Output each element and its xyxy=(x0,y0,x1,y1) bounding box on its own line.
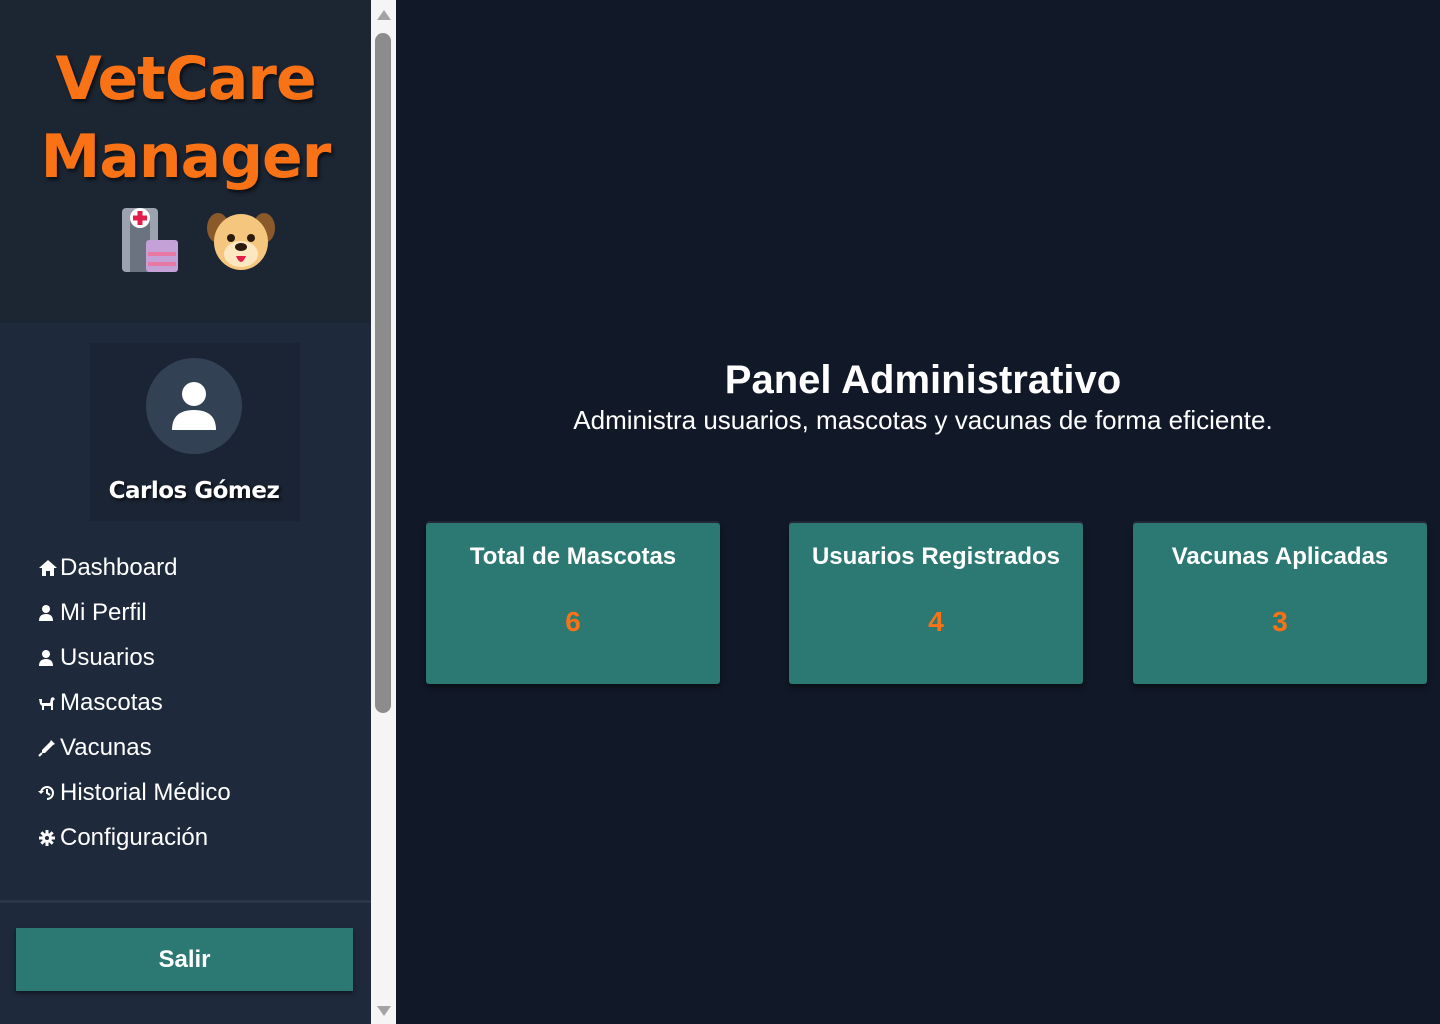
user-name: Carlos Gómez xyxy=(108,478,280,504)
user-icon xyxy=(38,603,60,623)
brand-title-line-2: Manager xyxy=(40,122,332,192)
stat-card-value: 4 xyxy=(928,606,944,637)
sidebar-item-label: Configuración xyxy=(60,824,209,851)
brand-icons xyxy=(0,206,371,278)
stat-card-title: Vacunas Aplicadas xyxy=(1171,543,1389,570)
stat-card-value: 3 xyxy=(1272,606,1288,637)
sidebar-item-historial-medico[interactable]: Historial Médico xyxy=(38,776,231,810)
sidebar-item-mi-perfil[interactable]: Mi Perfil xyxy=(38,596,147,630)
stat-card-title: Total de Mascotas xyxy=(469,543,677,570)
page-title: Panel Administrativo xyxy=(724,358,1122,402)
sidebar-divider xyxy=(0,900,371,903)
sidebar-item-label: Usuarios xyxy=(60,644,155,671)
sidebar-item-configuracion[interactable]: Configuración xyxy=(38,821,208,855)
sidebar-item-label: Mi Perfil xyxy=(60,599,147,626)
sidebar-item-label: Dashboard xyxy=(60,554,178,581)
stat-card-title: Usuarios Registrados xyxy=(811,543,1061,570)
syringe-icon xyxy=(38,738,60,758)
scroll-up-arrow-icon[interactable] xyxy=(377,10,391,20)
sidebar-item-usuarios[interactable]: Usuarios xyxy=(38,641,155,675)
history-icon xyxy=(38,783,60,803)
home-icon xyxy=(38,558,60,578)
brand-title-line-1: VetCare xyxy=(55,44,316,114)
stat-card-usuarios-registrados: Usuarios Registrados 4 xyxy=(789,523,1083,684)
user-icon xyxy=(38,648,60,668)
hospital-icon xyxy=(122,208,178,272)
dog-face-icon xyxy=(207,213,275,270)
stat-card-total-mascotas: Total de Mascotas 6 xyxy=(426,523,720,684)
brand-logo: VetCare Manager xyxy=(0,0,371,323)
sidebar-item-vacunas[interactable]: Vacunas xyxy=(38,731,152,765)
logout-button[interactable]: Salir xyxy=(16,928,353,991)
gear-icon xyxy=(38,828,60,848)
dog-icon xyxy=(38,693,60,713)
sidebar-item-label: Historial Médico xyxy=(60,779,231,806)
sidebar-scrollbar[interactable] xyxy=(371,0,396,1024)
stat-card-vacunas-aplicadas: Vacunas Aplicadas 3 xyxy=(1133,523,1427,684)
sidebar: VetCare Manager Carlos Gómez Dashboard M… xyxy=(0,0,371,1024)
stat-card-value: 6 xyxy=(565,606,581,637)
page-subtitle: Administra usuarios, mascotas y vacunas … xyxy=(573,405,1273,435)
sidebar-item-label: Vacunas xyxy=(60,734,152,761)
avatar xyxy=(146,358,242,454)
scroll-thumb[interactable] xyxy=(375,33,391,713)
sidebar-item-mascotas[interactable]: Mascotas xyxy=(38,686,163,720)
sidebar-item-label: Mascotas xyxy=(60,689,163,716)
sidebar-item-dashboard[interactable]: Dashboard xyxy=(38,551,177,585)
user-icon xyxy=(172,382,216,430)
scroll-down-arrow-icon[interactable] xyxy=(377,1006,391,1016)
